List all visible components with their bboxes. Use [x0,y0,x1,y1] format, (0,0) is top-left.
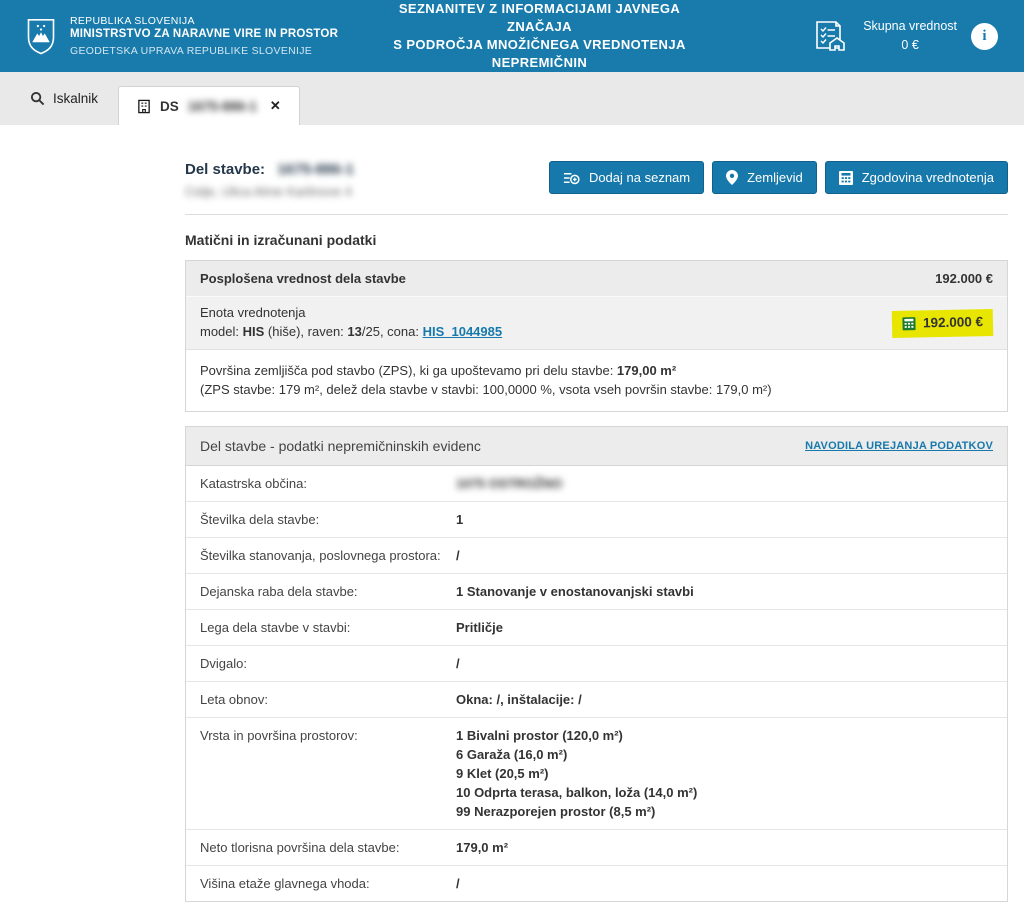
records-heading: Del stavbe - podatki nepremičninskih evi… [200,438,481,454]
generalized-value-amount: 192.000 € [935,271,993,286]
tab-bar: Iskalnik DS 1675-886-1 ✕ [0,72,1024,125]
row-label: Neto tlorisna površina dela stavbe: [200,838,456,857]
table-row: Katastrska občina:1075 OSTROŽNO [186,466,1007,502]
row-label: Vrsta in površina prostorov: [200,726,456,745]
total-value-amount: 0 € [863,36,957,55]
tab-building-part[interactable]: DS 1675-886-1 ✕ [118,86,300,125]
total-value-label: Skupna vrednost [863,17,957,36]
highlighted-value: 192.000 € [892,309,994,338]
valuation-list-house-icon [809,16,849,56]
map-button[interactable]: Zemljevid [712,161,817,194]
page-title-id: 1675-886-1 [277,161,354,178]
action-buttons: Dodaj na seznam Zemljevid [549,161,1008,194]
table-row: Številka dela stavbe:1 [186,502,1007,538]
zps-line-2: (ZPS stavbe: 179 m², delež dela stavbe v… [200,380,993,400]
title-block: Del stavbe: 1675-886-1 Celje, Ulica Alme… [185,161,354,199]
generalized-value-label: Posplošena vrednost dela stavbe [200,271,406,286]
valuation-history-label: Zgodovina vrednotenja [862,170,994,185]
table-row: Lega dela stavbe v stavbi:Pritličje [186,610,1007,646]
row-value: 179,0 m² [456,838,508,857]
property-address: Celje, Ulica Alme Karlinove 4 [185,184,354,199]
calculator-green-icon [902,316,916,330]
total-value-block: Skupna vrednost 0 € [863,17,957,55]
zps-row: Površina zemljišča pod stavbo (ZPS), ki … [186,350,1007,411]
brand-line-2: MINISTRSTVO ZA NARAVNE VIRE IN PROSTOR [70,28,338,40]
info-icon[interactable]: i [971,23,998,50]
calculator-icon [839,171,853,185]
table-row: Številka stanovanja, poslovnega prostora… [186,538,1007,574]
records-box: Del stavbe - podatki nepremičninskih evi… [185,426,1008,902]
table-row: Vrsta in površina prostorov:1 Bivalni pr… [186,718,1007,830]
brand-line-3: GEODETSKA UPRAVA REPUBLIKE SLOVENIJE [70,45,338,57]
row-value: / [456,546,460,565]
add-to-list-button[interactable]: Dodaj na seznam [549,161,704,194]
search-icon [30,91,45,106]
valuation-unit-row: Enota vrednotenja model: HIS (hiše), rav… [186,297,1007,350]
app-title: SEZNANITEV Z INFORMACIJAMI JAVNEGA ZNAČA… [381,0,698,72]
table-row: Neto tlorisna površina dela stavbe:179,0… [186,830,1007,866]
row-value: / [456,654,460,673]
title-row: Del stavbe: 1675-886-1 Celje, Ulica Alme… [185,161,1008,199]
table-row: Leta obnov:Okna: /, inštalacije: / [186,682,1007,718]
app-title-line-1: SEZNANITEV Z INFORMACIJAMI JAVNEGA ZNAČA… [381,0,698,36]
building-icon [137,99,151,114]
main-content: Del stavbe: 1675-886-1 Celje, Ulica Alme… [185,161,1008,902]
map-pin-icon [726,170,738,185]
row-value: Pritličje [456,618,503,637]
add-to-list-icon [563,171,580,185]
records-header: Del stavbe - podatki nepremičninskih evi… [186,427,1007,466]
valuation-box: Posplošena vrednost dela stavbe 192.000 … [185,260,1008,412]
row-label: Leta obnov: [200,690,456,709]
row-label: Katastrska občina: [200,474,456,493]
section-divider [185,214,1008,215]
app-title-line-2: S PODROČJA MNOŽIČNEGA VREDNOTENJA NEPREM… [381,36,698,72]
tab-search[interactable]: Iskalnik [10,72,118,125]
row-value: / [456,874,460,893]
header-right: Skupna vrednost 0 € i [698,16,998,56]
page-title: Del stavbe: 1675-886-1 [185,161,354,178]
zps-line-1: Površina zemljišča pod stavbo (ZPS), ki … [200,361,993,381]
add-to-list-label: Dodaj na seznam [589,170,690,185]
generalized-value-row: Posplošena vrednost dela stavbe 192.000 … [186,261,1007,297]
table-row: Dejanska raba dela stavbe:1 Stanovanje v… [186,574,1007,610]
page-title-label: Del stavbe: [185,161,265,178]
slovenia-coat-of-arms-icon [26,17,56,55]
valuation-model-line: model: HIS (hiše), raven: 13/25, cona: H… [200,323,502,342]
row-label: Dejanska raba dela stavbe: [200,582,456,601]
table-row: Dvigalo:/ [186,646,1007,682]
row-value: Okna: /, inštalacije: / [456,690,582,709]
row-label: Višina etaže glavnega vhoda: [200,874,456,893]
row-label: Lega dela stavbe v stavbi: [200,618,456,637]
close-icon[interactable]: ✕ [270,98,281,114]
valuation-unit-text: Enota vrednotenja model: HIS (hiše), rav… [200,304,502,342]
valuation-history-button[interactable]: Zgodovina vrednotenja [825,161,1008,194]
valuation-unit-label: Enota vrednotenja [200,304,502,323]
app-header: REPUBLIKA SLOVENIJA MINISTRSTVO ZA NARAV… [0,0,1024,72]
row-label: Dvigalo: [200,654,456,673]
tab-search-label: Iskalnik [53,91,98,106]
row-label: Številka stanovanja, poslovnega prostora… [200,546,456,565]
table-row: Višina etaže glavnega vhoda:/ [186,866,1007,901]
zone-link[interactable]: HIS_1044985 [423,324,503,339]
section-heading: Matični in izračunani podatki [185,232,1008,248]
row-value: 1 [456,510,463,529]
row-value: 1075 OSTROŽNO [456,474,562,493]
records-rows: Katastrska občina:1075 OSTROŽNOŠtevilka … [186,466,1007,901]
tab-label-id: 1675-886-1 [188,99,257,114]
map-button-label: Zemljevid [747,170,803,185]
agency-brand: REPUBLIKA SLOVENIJA MINISTRSTVO ZA NARAV… [26,15,381,57]
row-value: 1 Stanovanje v enostanovanjski stavbi [456,582,694,601]
row-value: 1 Bivalni prostor (120,0 m²)6 Garaža (16… [456,726,697,821]
agency-text: REPUBLIKA SLOVENIJA MINISTRSTVO ZA NARAV… [70,15,338,57]
tab-label-prefix: DS [160,99,179,114]
row-label: Številka dela stavbe: [200,510,456,529]
brand-line-1: REPUBLIKA SLOVENIJA [70,15,338,27]
highlighted-value-amount: 192.000 € [923,312,983,333]
editing-instructions-link[interactable]: NAVODILA UREJANJA PODATKOV [805,440,993,452]
